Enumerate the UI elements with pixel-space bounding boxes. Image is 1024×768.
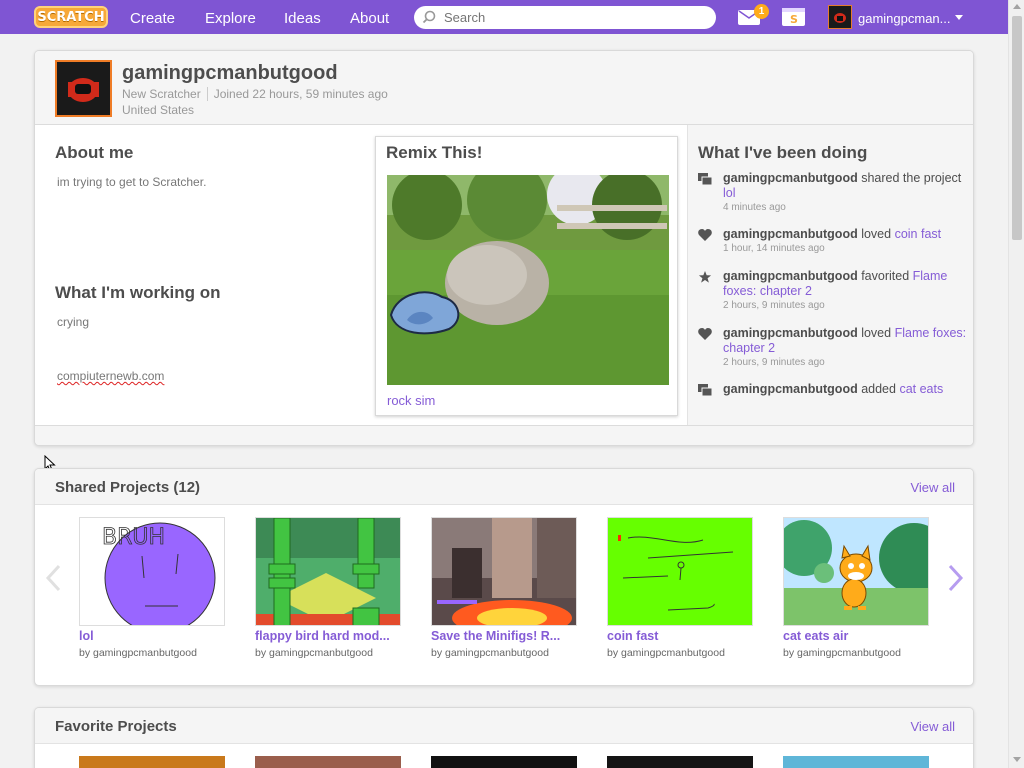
profile-username: gamingpcmanbutgood <box>122 62 338 84</box>
message-count-badge: 1 <box>754 4 769 19</box>
top-nav: SCRATCH Create Explore Ideas About 1 S g… <box>0 0 1008 34</box>
working-link[interactable]: compiuternewb.com <box>57 369 164 383</box>
nav-create[interactable]: Create <box>130 10 175 27</box>
activity-target-link[interactable]: cat eats <box>899 382 943 396</box>
project-author[interactable]: by gamingpcmanbutgood <box>255 647 373 659</box>
activity-time: 1 hour, 14 minutes ago <box>723 243 825 254</box>
favorite-project-thumbnail[interactable] <box>431 756 577 768</box>
shared-projects-title: Shared Projects (12) <box>55 479 201 496</box>
user-avatar-icon[interactable] <box>828 5 852 29</box>
nav-about[interactable]: About <box>350 10 389 27</box>
favorites-view-all-link[interactable]: View all <box>910 719 955 734</box>
share-icon <box>698 173 712 185</box>
shared-projects-section: Shared Projects (12) View all BRUH lol b… <box>34 468 974 686</box>
activity-action: added <box>861 382 896 396</box>
favorite-project-thumbnail[interactable] <box>783 756 929 768</box>
project-thumbnail[interactable] <box>431 517 577 626</box>
my-stuff-icon[interactable]: S <box>782 8 805 26</box>
activity-panel: What I've been doing gamingpcmanbutgood … <box>687 125 973 425</box>
activity-text: gamingpcmanbutgood shared the project lo… <box>723 171 971 201</box>
nav-ideas[interactable]: Ideas <box>284 10 321 27</box>
favorite-project-thumbnail[interactable] <box>607 756 753 768</box>
activity-action: shared the project <box>861 171 962 185</box>
shared-view-all-link[interactable]: View all <box>910 480 955 495</box>
project-author[interactable]: by gamingpcmanbutgood <box>607 647 725 659</box>
search-icon <box>422 10 436 24</box>
share-icon <box>698 384 712 396</box>
activity-target-link[interactable]: lol <box>723 186 736 200</box>
project-thumbnail[interactable] <box>255 517 401 626</box>
activity-text: gamingpcmanbutgood loved Flame foxes: ch… <box>723 326 971 356</box>
favorite-projects-title: Favorite Projects <box>55 718 177 735</box>
featured-project-thumbnail[interactable] <box>387 175 669 385</box>
page-scrollbar[interactable] <box>1008 0 1024 768</box>
about-text[interactable]: im trying to get to Scratcher. <box>57 175 206 189</box>
scratch-logo[interactable]: SCRATCH <box>34 6 108 28</box>
star-icon <box>698 271 712 283</box>
project-title-link[interactable]: Save the Minifigs! R... <box>431 629 581 643</box>
svg-text:S: S <box>790 13 798 26</box>
featured-project-card: Remix This! rock sim <box>375 136 678 416</box>
heart-icon <box>698 328 712 340</box>
project-author[interactable]: by gamingpcmanbutgood <box>783 647 901 659</box>
activity-text: gamingpcmanbutgood added cat eats <box>723 382 971 397</box>
chevron-down-icon[interactable] <box>955 15 963 20</box>
project-thumbnail[interactable] <box>783 517 929 626</box>
profile-header: gamingpcmanbutgood New Scratcher Joined 2… <box>35 51 973 125</box>
activity-action: loved <box>861 326 892 340</box>
profile-footer <box>35 425 973 445</box>
project-thumbnail[interactable]: BRUH <box>79 517 225 626</box>
scroll-up-icon[interactable] <box>1013 4 1021 9</box>
working-heading: What I'm working on <box>55 283 221 302</box>
activity-time: 2 hours, 9 minutes ago <box>723 300 825 311</box>
favorite-project-thumbnail[interactable] <box>255 756 401 768</box>
search-box <box>414 6 716 29</box>
favorite-projects-section: Favorite Projects View all <box>34 707 974 768</box>
remix-heading: Remix This! <box>386 143 483 162</box>
featured-project-link[interactable]: rock sim <box>387 393 435 408</box>
project-title-link[interactable]: cat eats air <box>783 629 933 643</box>
shared-projects-header: Shared Projects (12) View all <box>35 469 973 505</box>
activity-heading: What I've been doing <box>698 143 868 162</box>
search-input[interactable] <box>444 9 704 26</box>
favorite-projects-header: Favorite Projects View all <box>35 708 973 744</box>
activity-user[interactable]: gamingpcmanbutgood <box>723 382 858 396</box>
activity-action: favorited <box>861 269 910 283</box>
thumbnail-scribble-text: BRUH <box>102 525 165 550</box>
activity-time: 2 hours, 9 minutes ago <box>723 357 825 368</box>
carousel-next-icon[interactable] <box>945 563 965 593</box>
profile-country: United States <box>122 103 195 117</box>
working-link-text: compiuternewb.com <box>57 369 165 383</box>
activity-user[interactable]: gamingpcmanbutgood <box>723 227 858 241</box>
project-author[interactable]: by gamingpcmanbutgood <box>431 647 549 659</box>
activity-user[interactable]: gamingpcmanbutgood <box>723 171 858 185</box>
project-thumbnail[interactable] <box>607 517 753 626</box>
profile-status: New Scratcher <box>122 87 201 101</box>
activity-text: gamingpcmanbutgood favorited Flame foxes… <box>723 269 971 299</box>
activity-target-link[interactable]: coin fast <box>895 227 942 241</box>
activity-action: loved <box>861 227 892 241</box>
activity-text: gamingpcmanbutgood loved coin fast <box>723 227 971 242</box>
profile-meta: New Scratcher Joined 22 hours, 59 minutes… <box>122 87 388 101</box>
favorite-project-thumbnail[interactable] <box>79 756 225 768</box>
activity-user[interactable]: gamingpcmanbutgood <box>723 326 858 340</box>
scroll-down-icon[interactable] <box>1013 757 1021 762</box>
project-title-link[interactable]: flappy bird hard mod... <box>255 629 405 643</box>
profile-avatar <box>55 60 112 117</box>
carousel-prev-icon[interactable] <box>44 563 64 593</box>
profile-joined: Joined 22 hours, 59 minutes ago <box>213 87 388 101</box>
profile-box: gamingpcmanbutgood New Scratcher Joined 2… <box>34 50 974 446</box>
activity-user[interactable]: gamingpcmanbutgood <box>723 269 858 283</box>
project-title-link[interactable]: coin fast <box>607 629 757 643</box>
project-author[interactable]: by gamingpcmanbutgood <box>79 647 197 659</box>
nav-explore[interactable]: Explore <box>205 10 256 27</box>
nav-username[interactable]: gamingpcman... <box>858 11 951 26</box>
scroll-thumb[interactable] <box>1012 16 1022 240</box>
heart-icon <box>698 229 712 241</box>
about-heading: About me <box>55 143 134 162</box>
working-text[interactable]: crying <box>57 315 89 329</box>
project-title-link[interactable]: lol <box>79 629 229 643</box>
activity-time: 4 minutes ago <box>723 202 786 213</box>
